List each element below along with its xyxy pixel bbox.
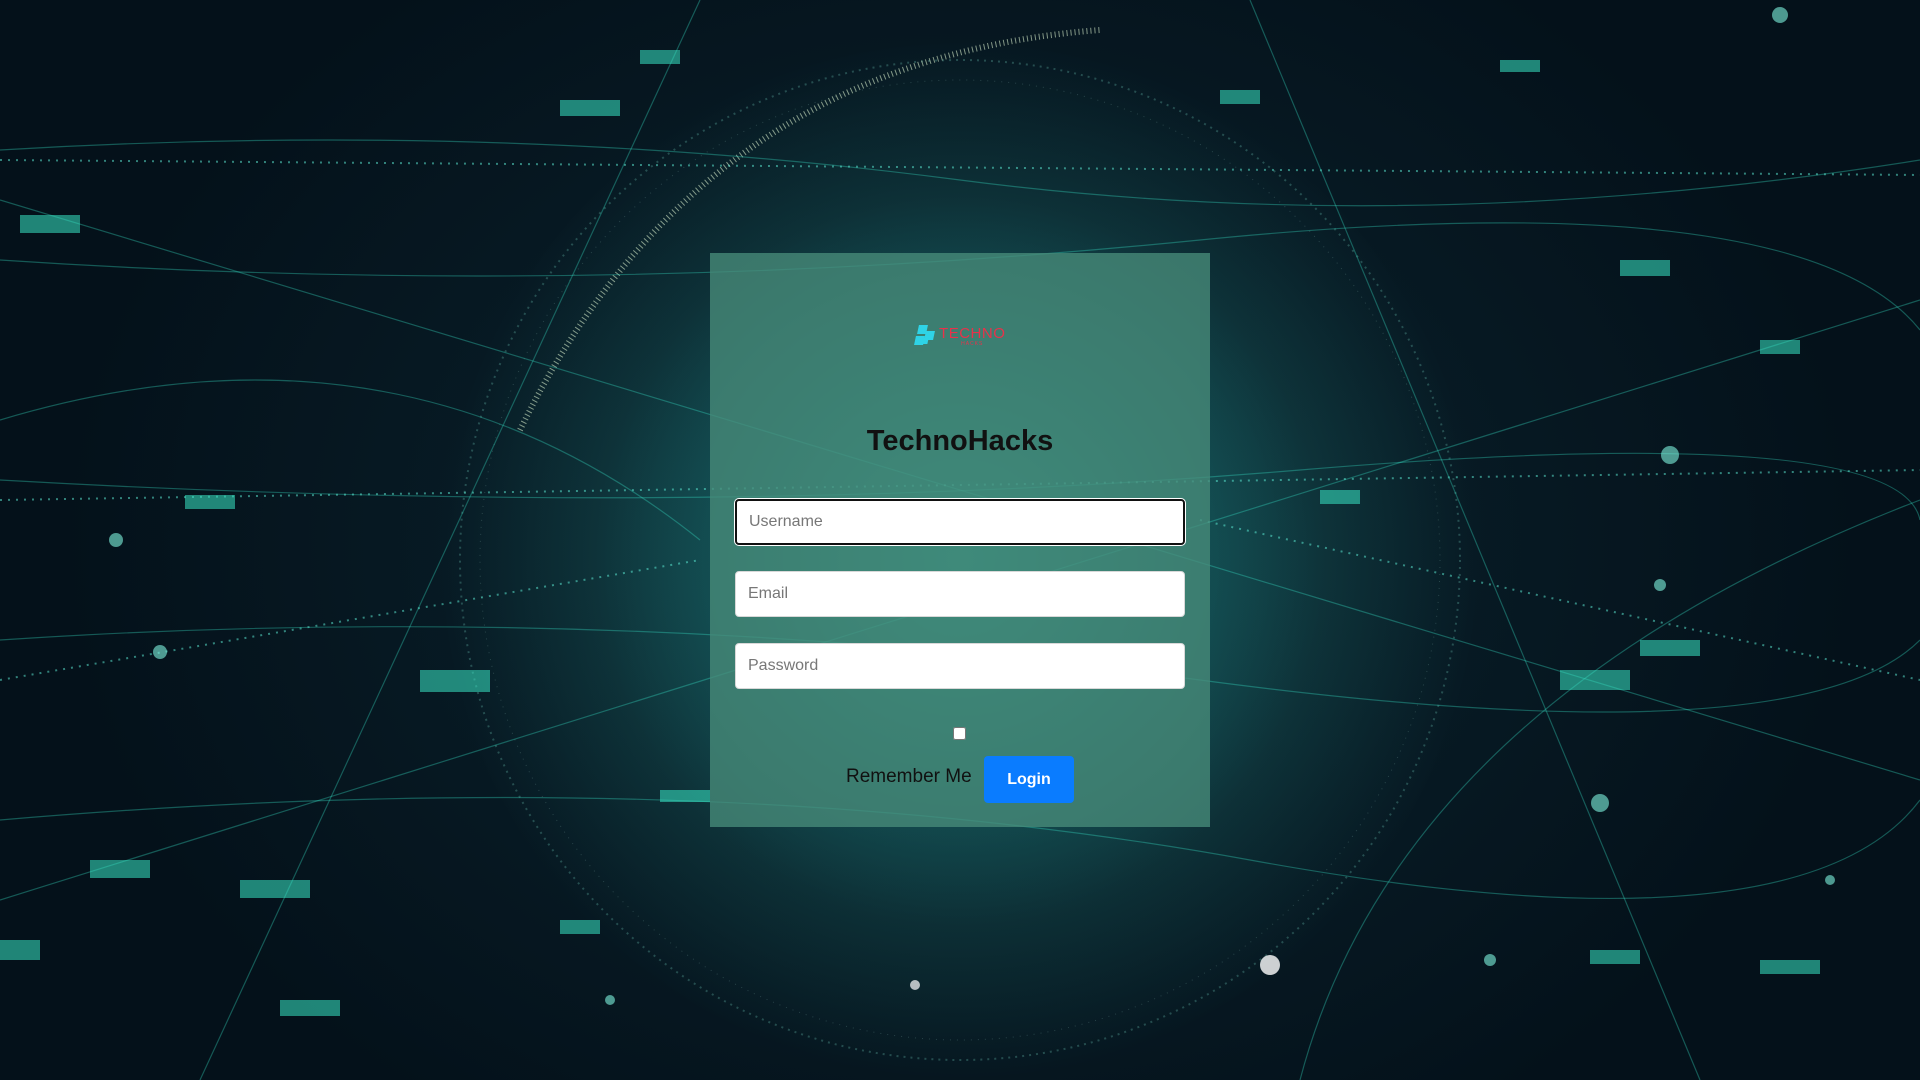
brand-logo-tagline: HACKS bbox=[961, 340, 984, 347]
page-title: TechnoHacks bbox=[866, 425, 1054, 457]
login-card: TECHNO HACKS TechnoHacks Remember Me Log… bbox=[710, 253, 1210, 827]
brand-logo-name: TECHNO bbox=[939, 324, 1006, 342]
email-input[interactable] bbox=[735, 571, 1185, 617]
remember-me-label: Remember Me bbox=[846, 766, 972, 787]
brand-logo: TECHNO HACKS bbox=[710, 325, 1210, 355]
password-input[interactable] bbox=[735, 643, 1185, 689]
username-input[interactable] bbox=[735, 499, 1185, 545]
brand-logo-text: TECHNO HACKS bbox=[939, 326, 1005, 347]
remember-me-checkbox[interactable] bbox=[953, 727, 966, 740]
techno-logo-mark-icon bbox=[913, 325, 935, 347]
login-button[interactable]: Login bbox=[984, 756, 1074, 803]
